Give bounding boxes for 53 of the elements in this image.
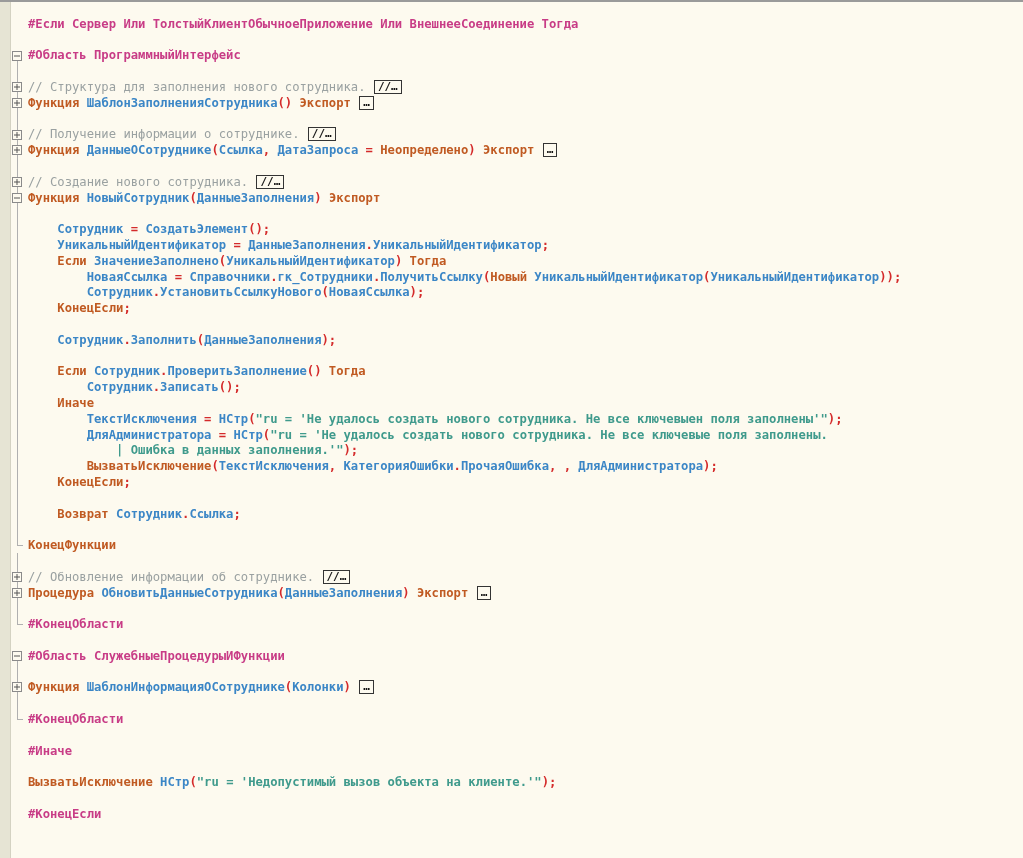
code-line: КонецФункции xyxy=(28,538,117,553)
collapse-icon[interactable] xyxy=(12,192,22,203)
collapsed-block-button[interactable]: //… xyxy=(307,127,336,142)
expand-icon[interactable] xyxy=(12,82,22,93)
code-line: // Обновление информации об сотруднике. xyxy=(28,569,316,584)
code-line: #Иначе xyxy=(28,743,73,758)
code-line: // Структура для заполнения нового сотрудника. xyxy=(28,80,367,95)
collapsed-block-button[interactable]: //… xyxy=(256,174,285,189)
code-line: Функция ШаблонИнформацияОСотруднике(Колонки) xyxy=(28,680,352,695)
collapsed-block-button[interactable]: //… xyxy=(322,569,351,584)
code-line: КонецЕсли; xyxy=(57,475,131,489)
code-line: Сотрудник.Заполнить(ДанныеЗаполнения); xyxy=(57,332,337,347)
code-line: #КонецЕсли xyxy=(28,806,102,821)
code-line: Если Сотрудник.ПроверитьЗаполнение() Тогда xyxy=(57,364,366,379)
code-line: #Область ПрограммныйИнтерфейс xyxy=(28,48,241,63)
code-line: // Получение информации о сотруднике. xyxy=(28,127,301,142)
code-line: Если ЗначениеЗаполнено(УникальныйИдентификатор) Тогда xyxy=(57,253,447,268)
code-line: Сотрудник.Записать(); xyxy=(86,380,241,395)
code-line: #КонецОбласти xyxy=(28,617,124,632)
code-line: #КонецОбласти xyxy=(28,711,124,726)
collapsed-block-button[interactable]: //… xyxy=(373,80,402,95)
expand-icon[interactable] xyxy=(12,98,22,108)
code-line: #Область СлужебныеПроцедурыИФункции xyxy=(28,648,285,663)
expand-icon[interactable] xyxy=(12,571,22,582)
code-line: ВызватьИсключение НСтр("ru = 'Недопустимый вызов объекта на клиенте.'"); xyxy=(28,775,557,790)
collapsed-block-button[interactable]: … xyxy=(476,585,492,600)
code-line: Процедура ОбновитьДанныеСотрудника(ДанныеЗаполнения) Экспорт xyxy=(28,585,470,600)
collapsed-block-button[interactable]: … xyxy=(359,680,374,695)
expand-icon[interactable] xyxy=(12,587,22,598)
code-line: Возврат Сотрудник.Ссылка; xyxy=(57,506,241,521)
expand-icon[interactable] xyxy=(12,176,22,187)
code-line: ВызватьИсключение(ТекстИсключения, КатегорияОшибки.ПрочаяОшибка, , ДляАдминистратора); xyxy=(86,459,718,474)
code-line: ДляАдминистратора = НСтр("ru = 'Не удалось создать нового сотрудника. Не все ключевые поля заполнены. xyxy=(86,427,828,442)
collapsed-block-button[interactable]: … xyxy=(359,95,374,110)
collapse-icon[interactable] xyxy=(12,650,22,661)
code-line: Иначе xyxy=(57,396,95,410)
code-line: Сотрудник.УстановитьСсылкуНового(НоваяСсылка); xyxy=(86,285,425,300)
code-line: // Создание нового сотрудника. xyxy=(28,174,250,189)
expand-icon[interactable] xyxy=(12,129,22,140)
code-line: ТекстИсключения = НСтр("ru = 'Не удалось создать нового сотрудника. Не все ключевыен поля заполнены'"); xyxy=(86,411,843,426)
code-line: КонецЕсли; xyxy=(57,301,131,316)
code-line: Функция ДанныеОСотруднике(Ссылка, ДатаЗапроса = Неопределено) Экспорт xyxy=(28,143,536,158)
code-line: НоваяСсылка = Справочники.гк_Сотрудники.ПолучитьСсылку(Новый УникальныйИдентификатор(УникальныйИдентификатор)); xyxy=(86,269,902,284)
expand-icon[interactable] xyxy=(12,145,22,156)
code-line: УникальныйИдентификатор = ДанныеЗаполнения.УникальныйИдентификатор; xyxy=(57,238,549,253)
collapsed-block-button[interactable]: … xyxy=(542,143,558,158)
code-line: Функция ШаблонЗаполненияСотрудника() Экспорт xyxy=(28,95,352,110)
code-line: Функция НовыйСотрудник(ДанныеЗаполнения) Экспорт xyxy=(28,190,381,205)
code-line: Сотрудник = СоздатьЭлемент(); xyxy=(57,222,271,237)
code-line: | Ошибка в данных заполнения.'"); xyxy=(116,443,359,458)
code-line: #Если Сервер Или ТолстыйКлиентОбычноеПриложение Или ВнешнееСоединение Тогда xyxy=(28,16,579,31)
collapse-icon[interactable] xyxy=(12,50,22,61)
expand-icon[interactable] xyxy=(12,682,22,693)
